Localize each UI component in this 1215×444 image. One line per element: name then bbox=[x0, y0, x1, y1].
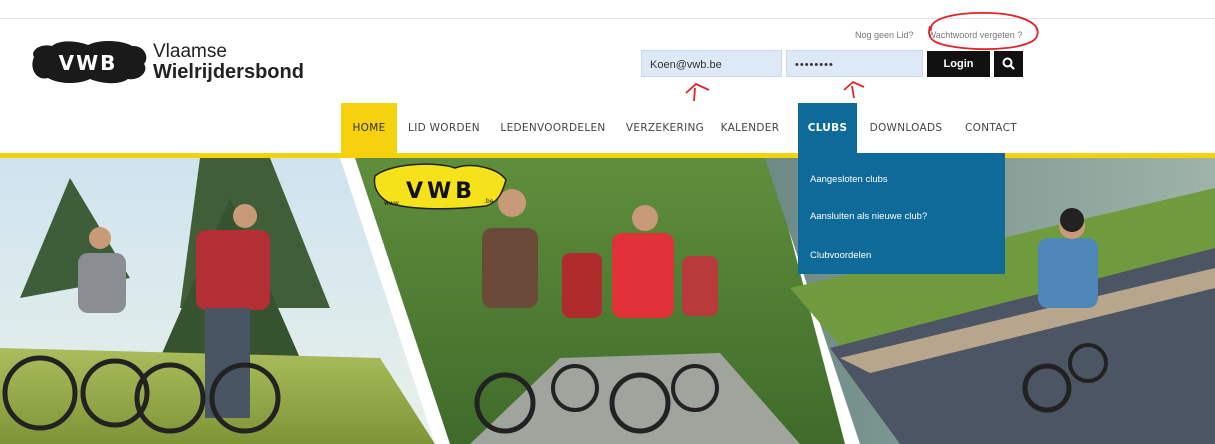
nav-ledenvoordelen[interactable]: LEDENVOORDELEN bbox=[494, 103, 612, 153]
nav-kalender[interactable]: KALENDER bbox=[712, 103, 788, 153]
search-button[interactable] bbox=[994, 51, 1023, 77]
sign-small-left: www. bbox=[384, 200, 400, 207]
nav-lid-worden[interactable]: LID WORDEN bbox=[404, 103, 484, 153]
dropdown-item-aangesloten-clubs[interactable]: Aangesloten clubs bbox=[810, 174, 888, 185]
nav-clubs[interactable]: CLUBS bbox=[798, 103, 857, 153]
dropdown-item-clubvoordelen[interactable]: Clubvoordelen bbox=[810, 250, 871, 261]
clubs-dropdown-menu: Aangesloten clubs Aansluiten als nieuwe … bbox=[798, 153, 1005, 274]
password-field[interactable]: •••••••• bbox=[786, 50, 923, 77]
email-value: Koen@vwb.be bbox=[650, 59, 722, 71]
top-divider bbox=[0, 18, 1215, 19]
annotation-arrow-password bbox=[843, 80, 865, 99]
search-icon bbox=[1002, 57, 1015, 70]
dropdown-item-aansluiten-nieuwe-club[interactable]: Aansluiten als nieuwe club? bbox=[810, 211, 927, 222]
vwb-sign: VWB www. .be bbox=[373, 163, 507, 210]
top-links: Nog geen Lid? Wachtwoord vergeten ? bbox=[855, 30, 1036, 40]
main-nav: HOME LID WORDEN LEDENVOORDELEN VERZEKERI… bbox=[0, 103, 1215, 153]
brand-line1: Vlaamse bbox=[153, 41, 227, 62]
brand-name: Vlaamse Wielrijdersbond bbox=[153, 42, 304, 82]
nav-verzekering[interactable]: VERZEKERING bbox=[621, 103, 709, 153]
annotation-arrow-email bbox=[685, 82, 710, 102]
sign-small-right: .be bbox=[484, 198, 494, 205]
not-member-link[interactable]: Nog geen Lid? bbox=[855, 30, 914, 40]
login-button[interactable]: Login bbox=[927, 51, 990, 77]
vwb-logo[interactable]: VWB bbox=[30, 37, 148, 89]
nav-downloads[interactable]: DOWNLOADS bbox=[863, 103, 949, 153]
nav-contact[interactable]: CONTACT bbox=[958, 103, 1024, 153]
sign-text: VWB bbox=[406, 179, 476, 204]
brand-line2: Wielrijdersbond bbox=[153, 61, 304, 83]
hero-banner: VWB www. .be bbox=[0, 158, 1215, 444]
forgot-password-link[interactable]: Wachtwoord vergeten ? bbox=[928, 30, 1023, 40]
logo-text: VWB bbox=[59, 51, 118, 75]
nav-home[interactable]: HOME bbox=[341, 103, 397, 153]
email-field[interactable]: Koen@vwb.be bbox=[641, 50, 782, 77]
password-value: •••••••• bbox=[795, 59, 834, 71]
